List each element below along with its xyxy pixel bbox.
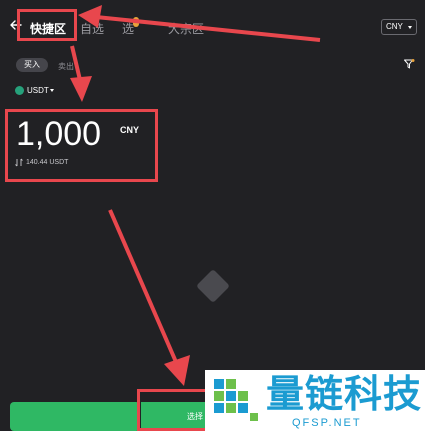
watermark-title: 量链科技 [266,374,423,416]
annotation-arrow-top [78,5,321,42]
annotation-arrows [70,5,321,386]
annotation-arrow-bottom [108,209,190,386]
annotation-arrow-middle [70,45,92,102]
watermark-subtitle: QFSP.NET [292,417,362,429]
watermark-logo-icon [214,379,258,421]
